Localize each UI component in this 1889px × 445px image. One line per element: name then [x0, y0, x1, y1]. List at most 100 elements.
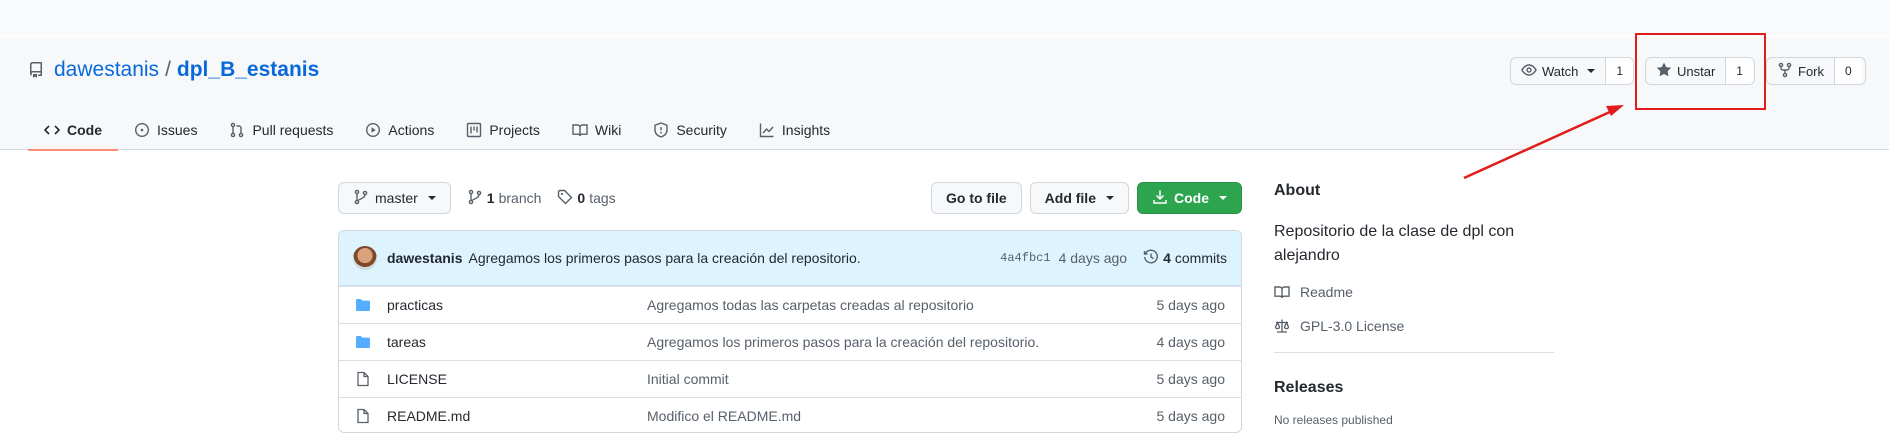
repo-owner-link[interactable]: dawestanis — [54, 58, 159, 82]
branch-label: branch — [498, 190, 542, 206]
file-commit-message[interactable]: Initial commit — [647, 371, 1105, 387]
commits-history-link[interactable]: 4 commits — [1143, 249, 1227, 268]
top-strip — [0, 0, 1889, 36]
watch-button-group: Watch 1 — [1510, 57, 1634, 85]
file-row-license[interactable]: LICENSE Initial commit 5 days ago — [339, 360, 1241, 397]
tab-label: Pull requests — [252, 122, 334, 138]
pull-request-icon — [229, 122, 245, 138]
download-icon — [1152, 189, 1168, 208]
branch-name: master — [375, 190, 418, 206]
repo-separator: / — [165, 58, 171, 81]
about-heading: About — [1274, 182, 1321, 199]
sidebar-divider — [1274, 352, 1554, 353]
file-name-link[interactable]: practicas — [387, 297, 647, 313]
tab-issues[interactable]: Issues — [118, 110, 213, 150]
repo-tabs: Code Issues Pull requests Actions Projec… — [28, 110, 846, 151]
tab-label: Security — [676, 122, 727, 138]
file-list: dawestanis Agregamos los primeros pasos … — [338, 230, 1242, 433]
file-name-link[interactable]: tareas — [387, 334, 647, 350]
chevron-down-icon — [1587, 69, 1596, 73]
file-commit-message[interactable]: Modifico el README.md — [647, 408, 1105, 424]
tab-label: Projects — [489, 122, 540, 138]
commit-count: 4 — [1163, 250, 1171, 266]
code-button[interactable]: Code — [1137, 182, 1242, 214]
releases-subtitle: No releases published — [1274, 413, 1393, 427]
tab-pull-requests[interactable]: Pull requests — [213, 110, 349, 150]
file-icon — [355, 371, 371, 387]
file-row-tareas[interactable]: tareas Agregamos los primeros pasos para… — [339, 323, 1241, 360]
file-commit-message[interactable]: Agregamos los primeros pasos para la cre… — [647, 334, 1105, 350]
tab-security[interactable]: Security — [637, 110, 743, 150]
file-row-practicas[interactable]: practicas Agregamos todas las carpetas c… — [339, 286, 1241, 323]
tab-wiki[interactable]: Wiki — [556, 110, 637, 150]
file-age: 5 days ago — [1156, 371, 1226, 387]
file-age: 5 days ago — [1156, 408, 1226, 424]
code-button-label: Code — [1174, 190, 1209, 206]
chevron-down-icon — [1106, 196, 1114, 200]
graph-icon — [759, 122, 775, 138]
readme-label: Readme — [1300, 284, 1353, 300]
issue-icon — [134, 122, 150, 138]
fork-label: Fork — [1798, 63, 1824, 79]
license-label: GPL-3.0 License — [1300, 318, 1405, 334]
project-icon — [466, 122, 482, 138]
about-description: Repositorio de la clase de dpl con aleja… — [1274, 223, 1515, 264]
fork-button[interactable]: Fork — [1767, 58, 1834, 84]
fork-button-group: Fork 0 — [1766, 57, 1866, 85]
folder-icon — [355, 334, 371, 350]
branch-select-button[interactable]: master — [338, 182, 451, 214]
book-icon — [572, 122, 588, 138]
watch-count[interactable]: 1 — [1605, 58, 1633, 84]
add-file-button[interactable]: Add file — [1029, 182, 1129, 214]
about-sidebar: About Repositorio de la clase de dpl con… — [1274, 182, 1554, 427]
commit-author-link[interactable]: dawestanis — [387, 250, 462, 266]
tab-code[interactable]: Code — [28, 110, 118, 151]
tab-projects[interactable]: Projects — [450, 110, 556, 150]
tab-label: Insights — [781, 122, 831, 138]
tag-icon — [557, 189, 573, 208]
watch-label: Watch — [1542, 63, 1579, 79]
latest-commit-bar: dawestanis Agregamos los primeros pasos … — [339, 231, 1241, 286]
annotation-highlight-box — [1635, 33, 1766, 110]
fork-count[interactable]: 0 — [1834, 58, 1862, 84]
chevron-down-icon — [1219, 196, 1227, 200]
tags-link[interactable]: 0 tags — [557, 189, 616, 208]
branches-link[interactable]: 1 branch — [467, 189, 542, 208]
tab-label: Issues — [157, 122, 198, 138]
file-name-link[interactable]: LICENSE — [387, 371, 647, 387]
file-name-link[interactable]: README.md — [387, 408, 647, 424]
releases-heading[interactable]: Releases — [1274, 379, 1554, 397]
tab-label: Actions — [388, 122, 435, 138]
history-icon — [1143, 249, 1159, 268]
tag-label: tags — [589, 190, 616, 206]
code-icon — [44, 122, 60, 138]
file-icon — [355, 408, 371, 424]
tab-insights[interactable]: Insights — [743, 110, 846, 150]
avatar[interactable] — [353, 246, 377, 270]
repo-icon — [28, 62, 44, 78]
repo-name-link[interactable]: dpl_B_estanis — [177, 58, 319, 82]
commit-sha-link[interactable]: 4a4fbc1 — [1000, 251, 1050, 265]
book-icon — [1274, 284, 1290, 300]
commit-message-link[interactable]: Agregamos los primeros pasos para la cre… — [468, 250, 860, 266]
branch-count: 1 — [486, 190, 495, 206]
branch-bar: master 1 branch 0 tags Go to file Add fi… — [338, 182, 1242, 214]
add-file-label: Add file — [1044, 190, 1096, 206]
branch-icon — [467, 189, 483, 208]
tab-actions[interactable]: Actions — [349, 110, 450, 150]
readme-link[interactable]: Readme — [1274, 284, 1554, 300]
commit-age: 4 days ago — [1058, 250, 1128, 266]
watch-button[interactable]: Watch — [1511, 58, 1605, 84]
law-scale-icon — [1274, 318, 1290, 334]
file-row-readme[interactable]: README.md Modifico el README.md 5 days a… — [339, 397, 1241, 432]
commit-meta: 4a4fbc1 4 days ago 4 commits — [1000, 249, 1227, 268]
tab-label: Wiki — [594, 122, 622, 138]
repo-title: dawestanis / dpl_B_estanis — [28, 58, 319, 82]
license-link[interactable]: GPL-3.0 License — [1274, 318, 1554, 334]
eye-icon — [1521, 62, 1537, 81]
file-age: 4 days ago — [1156, 334, 1226, 350]
play-icon — [365, 122, 381, 138]
file-commit-message[interactable]: Agregamos todas las carpetas creadas al … — [647, 297, 1105, 313]
chevron-down-icon — [427, 196, 436, 200]
go-to-file-button[interactable]: Go to file — [930, 182, 1022, 214]
